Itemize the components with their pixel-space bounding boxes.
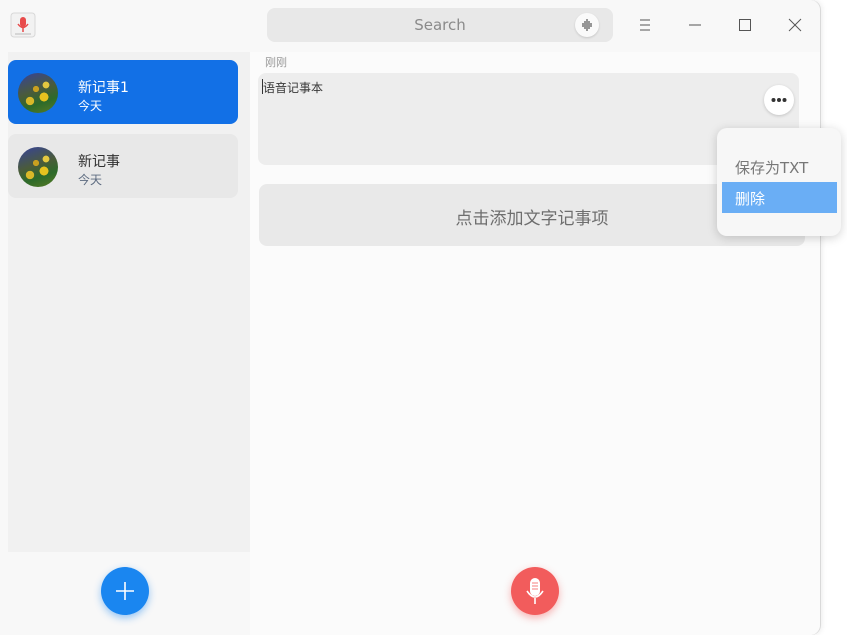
note-avatar: [18, 147, 58, 187]
note-date: 今天: [78, 173, 103, 187]
record-button[interactable]: [511, 567, 559, 615]
save-as-txt-menu-item[interactable]: 保存为TXT: [722, 151, 837, 182]
note-title: 新记事: [78, 154, 120, 170]
note-list-item[interactable]: 新记事 今天: [8, 134, 238, 198]
search-input[interactable]: Search: [267, 8, 613, 42]
search-placeholder: Search: [414, 16, 466, 34]
titlebar: Search: [0, 0, 820, 52]
voice-note-text: 语音记事本: [263, 81, 324, 95]
more-icon: [771, 98, 787, 102]
more-options-button[interactable]: [764, 85, 794, 115]
timestamp-label: 刚刚: [265, 56, 287, 69]
delete-menu-item[interactable]: 删除: [722, 182, 837, 213]
microphone-icon: [526, 578, 544, 604]
app-window: Search 新记事1 今天 新记事 今天 刚刚 语音记事本 点击添加文字记事项: [0, 0, 820, 635]
add-note-button[interactable]: [101, 567, 149, 615]
note-title: 新记事1: [78, 80, 129, 96]
menu-item-label: 删除: [735, 190, 766, 208]
menu-item-label: 保存为TXT: [735, 159, 809, 177]
note-date: 今天: [78, 99, 103, 113]
close-icon[interactable]: [782, 12, 808, 38]
plus-icon: [116, 582, 134, 600]
microphone-app-icon: [10, 12, 36, 38]
maximize-icon[interactable]: [732, 12, 758, 38]
menu-icon[interactable]: [632, 12, 658, 38]
voice-search-button[interactable]: [575, 13, 599, 37]
note-list-item[interactable]: 新记事1 今天: [8, 60, 238, 124]
voice-wave-icon: [582, 19, 592, 31]
notes-sidebar: 新记事1 今天 新记事 今天: [8, 52, 250, 552]
minimize-icon[interactable]: [682, 12, 708, 38]
note-avatar: [18, 73, 58, 113]
note-context-menu: 保存为TXT 删除: [717, 128, 841, 236]
